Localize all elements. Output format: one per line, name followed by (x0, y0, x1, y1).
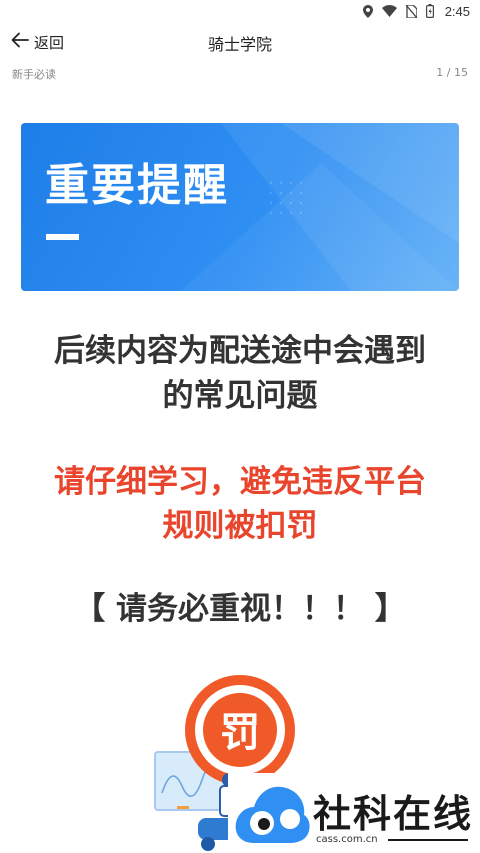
watermark-url: cass.com.cn (316, 834, 378, 845)
notice-line-1: 后续内容为配送途中会遇到 (54, 333, 426, 369)
location-icon (362, 4, 373, 18)
wifi-icon (381, 5, 397, 17)
battery-icon (425, 4, 434, 18)
section-name: 新手必读 (12, 68, 56, 81)
emphasis-line: 【 请务必重视！！！ 】 (74, 591, 406, 627)
status-time: 2:45 (444, 3, 470, 19)
sub-header: 新手必读 1 / 15 (0, 62, 480, 84)
banner-dash (46, 234, 79, 240)
app-bar: 返回 骑士学院 (0, 22, 480, 62)
warning-line-1: 请仔细学习，避免违反平台 (54, 464, 426, 500)
notice-line-2: 的常见问题 (162, 378, 318, 414)
no-sim-icon (405, 4, 417, 18)
page-title: 骑士学院 (207, 35, 272, 54)
cloud-logo-icon (235, 786, 310, 843)
watermark: 社科在线 cass.com.cn (228, 773, 480, 853)
reminder-banner: 重要提醒 (21, 123, 459, 291)
status-bar: 2:45 (0, 0, 480, 22)
page-counter: 1 / 15 (436, 66, 468, 79)
penalty-badge-icon: 罚 (185, 675, 295, 785)
warning-line-2: 规则被扣罚 (162, 508, 318, 544)
badge-text: 罚 (220, 710, 260, 756)
watermark-text: 社科在线 (313, 791, 474, 836)
banner-title: 重要提醒 (45, 160, 229, 211)
watermark-underline (388, 839, 468, 841)
